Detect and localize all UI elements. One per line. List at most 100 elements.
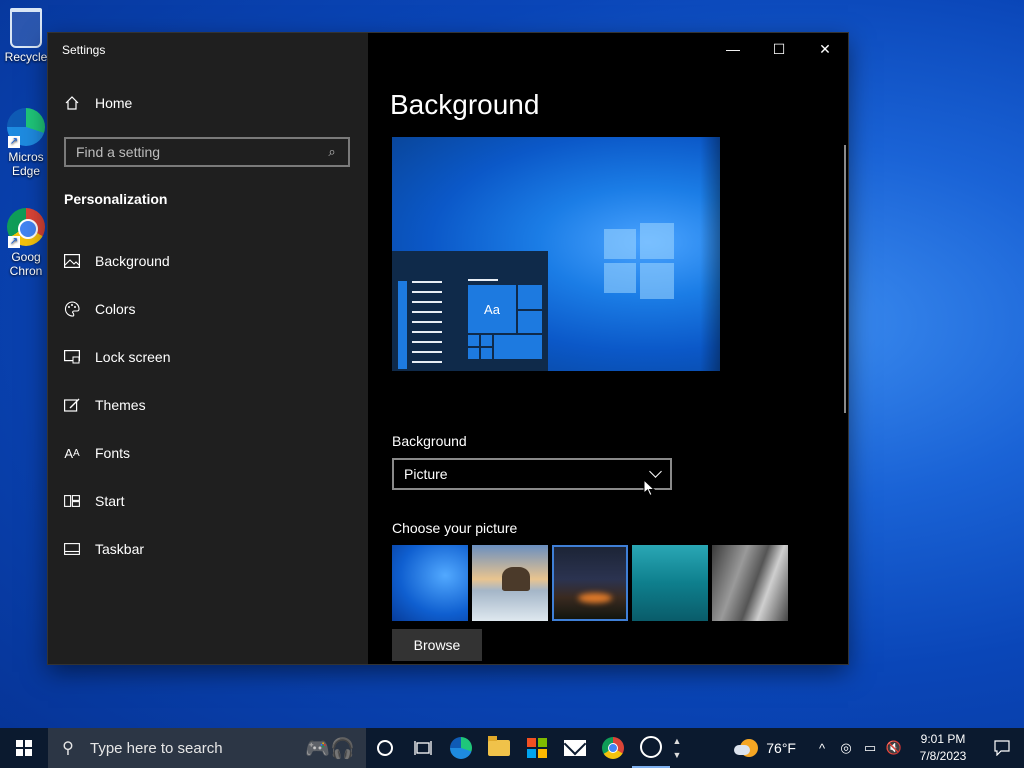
edge-icon bbox=[450, 737, 472, 759]
sidebar-item-label: Themes bbox=[95, 397, 146, 413]
close-button[interactable]: ✕ bbox=[802, 33, 848, 65]
windows-logo-icon bbox=[604, 223, 674, 299]
search-highlight-icon: 🎮🎧 bbox=[305, 737, 355, 760]
task-view-icon bbox=[414, 741, 432, 755]
desktop-icon-edge[interactable]: ↗ Micros Edge bbox=[0, 108, 52, 178]
taskbar-scroll-arrows[interactable]: ▲ ▼ bbox=[670, 728, 684, 768]
taskbar-file-explorer[interactable] bbox=[480, 728, 518, 768]
taskbar-edge[interactable] bbox=[442, 728, 480, 768]
sidebar: Settings Home ⌕ Personalization Backgrou… bbox=[48, 33, 368, 664]
lock-screen-icon bbox=[64, 349, 80, 365]
home-icon bbox=[64, 95, 80, 111]
desktop-icon-chrome[interactable]: ↗ Goog Chron bbox=[0, 208, 52, 278]
show-hidden-icons-chevron-icon[interactable]: ^ bbox=[810, 728, 834, 768]
desktop-icon-label: Micros Edge bbox=[8, 150, 44, 178]
sidebar-item-label: Lock screen bbox=[95, 349, 171, 365]
task-view-button[interactable] bbox=[404, 728, 442, 768]
browse-button[interactable]: Browse bbox=[392, 629, 482, 661]
themes-icon bbox=[64, 397, 80, 413]
desktop-icon-recycle-bin[interactable]: Recycle bbox=[0, 8, 52, 64]
taskbar-search-input[interactable] bbox=[88, 738, 282, 758]
search-icon[interactable]: ⌕ bbox=[322, 144, 342, 160]
sidebar-nav: Background Colors Lock screen Themes A A… bbox=[64, 237, 344, 573]
sidebar-item-label: Fonts bbox=[95, 445, 131, 461]
mail-icon bbox=[564, 740, 586, 756]
cortana-icon bbox=[377, 740, 393, 756]
sidebar-item-home[interactable]: Home bbox=[64, 95, 132, 111]
taskbar-settings-app[interactable] bbox=[632, 728, 670, 768]
sidebar-item-label: Taskbar bbox=[95, 541, 145, 557]
picture-thumbnails bbox=[392, 545, 792, 621]
window-controls: — ☐ ✕ bbox=[710, 33, 848, 65]
system-tray: 76°F ^ ◎ ▭ 🔇 9:01 PM 7/8/2023 bbox=[734, 728, 1024, 768]
scrollbar[interactable] bbox=[844, 145, 846, 413]
section-title: Personalization bbox=[64, 191, 168, 207]
network-icon[interactable]: ▭ bbox=[858, 728, 882, 768]
weather-widget[interactable]: 76°F bbox=[734, 739, 796, 757]
minimize-button[interactable]: — bbox=[710, 33, 756, 65]
search-icon: ⚲ bbox=[62, 740, 74, 757]
edge-icon: ↗ bbox=[6, 108, 46, 148]
webcam-icon[interactable]: ◎ bbox=[834, 728, 858, 768]
clock[interactable]: 9:01 PM 7/8/2023 bbox=[906, 731, 980, 765]
choose-picture-label: Choose your picture bbox=[392, 520, 518, 536]
chevron-down-icon[interactable]: ▼ bbox=[673, 748, 682, 762]
mouse-cursor-icon bbox=[643, 479, 655, 497]
background-preview: Aa bbox=[392, 137, 720, 371]
store-icon bbox=[527, 738, 547, 758]
sidebar-item-lock-screen[interactable]: Lock screen bbox=[64, 333, 344, 381]
picture-thumbnail[interactable] bbox=[472, 545, 548, 621]
page-title: Background bbox=[390, 89, 540, 120]
taskbar-search-box[interactable]: ⚲ 🎮🎧 bbox=[48, 728, 366, 768]
sidebar-item-start[interactable]: Start bbox=[64, 477, 344, 525]
settings-window: Settings Home ⌕ Personalization Backgrou… bbox=[48, 33, 848, 664]
windows-icon bbox=[16, 740, 32, 756]
notification-icon bbox=[994, 740, 1010, 756]
chevron-up-icon[interactable]: ▲ bbox=[673, 734, 682, 748]
sidebar-item-label: Home bbox=[95, 95, 133, 111]
sidebar-item-background[interactable]: Background bbox=[64, 237, 344, 285]
chrome-icon: ↗ bbox=[6, 208, 46, 248]
desktop-icon-label: Recycle bbox=[4, 50, 48, 64]
weather-icon bbox=[734, 739, 759, 757]
sidebar-item-label: Background bbox=[95, 253, 170, 269]
fonts-icon: AA bbox=[64, 445, 80, 461]
dropdown-value: Picture bbox=[404, 466, 448, 482]
picture-thumbnail[interactable] bbox=[392, 545, 468, 621]
window-title: Settings bbox=[62, 43, 106, 57]
start-button[interactable] bbox=[0, 728, 48, 768]
weather-temperature: 76°F bbox=[766, 740, 796, 756]
recycle-bin-icon bbox=[6, 8, 46, 48]
clock-date: 7/8/2023 bbox=[919, 749, 967, 763]
desktop-icon-label: Goog Chron bbox=[9, 250, 43, 278]
search-box[interactable]: ⌕ bbox=[64, 137, 350, 167]
image-icon bbox=[64, 253, 80, 269]
taskbar-store[interactable] bbox=[518, 728, 556, 768]
preview-tile: Aa bbox=[468, 285, 516, 333]
volume-muted-icon[interactable]: 🔇 bbox=[882, 728, 906, 768]
folder-icon bbox=[488, 736, 510, 756]
sidebar-item-taskbar[interactable]: Taskbar bbox=[64, 525, 344, 573]
sidebar-item-label: Start bbox=[95, 493, 125, 509]
sidebar-item-label: Colors bbox=[95, 301, 136, 317]
picture-thumbnail[interactable] bbox=[632, 545, 708, 621]
start-menu-mockup: Aa bbox=[392, 251, 548, 371]
start-icon bbox=[64, 493, 80, 509]
notification-center-button[interactable] bbox=[980, 728, 1024, 768]
sidebar-item-colors[interactable]: Colors bbox=[64, 285, 344, 333]
background-type-dropdown[interactable]: Picture bbox=[392, 458, 672, 490]
sidebar-item-fonts[interactable]: AA Fonts bbox=[64, 429, 344, 477]
palette-icon bbox=[64, 301, 80, 317]
maximize-button[interactable]: ☐ bbox=[756, 33, 802, 65]
chevron-down-icon bbox=[649, 465, 662, 478]
sidebar-item-themes[interactable]: Themes bbox=[64, 381, 344, 429]
picture-thumbnail-selected[interactable] bbox=[552, 545, 628, 621]
taskbar: ⚲ 🎮🎧 ▲▼ 76°F ^ ◎ ▭ 🔇 9:01 PM 7/8/2023 bbox=[0, 728, 1024, 768]
search-input[interactable] bbox=[66, 143, 322, 161]
chrome-icon bbox=[602, 737, 624, 759]
cortana-button[interactable] bbox=[366, 728, 404, 768]
gauge-icon bbox=[640, 736, 662, 758]
taskbar-mail[interactable] bbox=[556, 728, 594, 768]
taskbar-chrome[interactable] bbox=[594, 728, 632, 768]
picture-thumbnail[interactable] bbox=[712, 545, 788, 621]
